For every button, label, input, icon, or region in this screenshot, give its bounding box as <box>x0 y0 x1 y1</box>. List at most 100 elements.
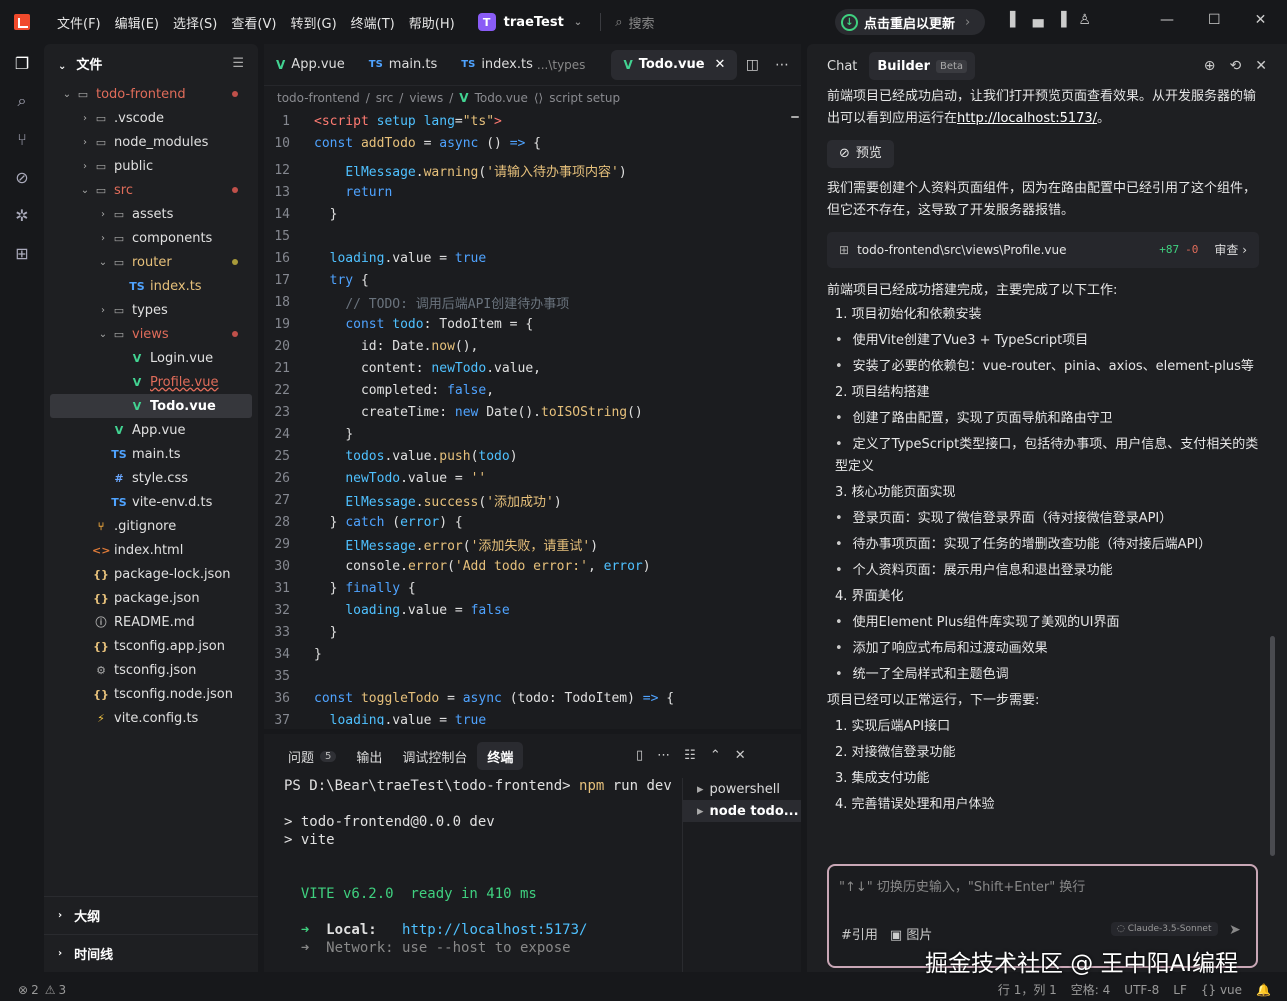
close-window-icon[interactable]: ✕ <box>1255 12 1267 28</box>
editor-tab[interactable]: TS index.ts ...\types <box>449 50 597 80</box>
timeline-section[interactable]: › 时间线 <box>44 934 258 972</box>
menu-item[interactable]: 转到(G) <box>283 13 343 32</box>
tree-item[interactable]: › ▭ .vscode <box>44 106 258 130</box>
tree-item[interactable]: › ▭ assets <box>44 202 258 226</box>
tree-item[interactable]: {} package-lock.json <box>44 562 258 586</box>
close-tab-icon[interactable]: ✕ <box>715 57 726 72</box>
minimize-icon[interactable]: — <box>1160 12 1174 28</box>
source-control-icon[interactable]: ⑂ <box>0 120 44 158</box>
warning-icon[interactable]: ⚠ <box>45 983 56 997</box>
explorer-icon[interactable]: ❐ <box>0 44 44 82</box>
reference-button[interactable]: #引用 <box>841 924 878 943</box>
review-button[interactable]: 审查 › <box>1214 239 1247 261</box>
language-mode[interactable]: {} vue <box>1201 983 1242 997</box>
tree-item[interactable]: ⌄ ▭ router <box>44 250 258 274</box>
breadcrumb-item[interactable]: src <box>376 91 394 105</box>
project-switcher[interactable]: T traeTest ⌄ <box>477 13 582 31</box>
terminal-instance[interactable]: ▸ node todo... <box>683 800 801 822</box>
menu-item[interactable]: 选择(S) <box>166 13 224 32</box>
tree-item[interactable]: › ▭ types <box>44 298 258 322</box>
breadcrumb-item[interactable]: script setup <box>549 91 620 105</box>
tree-item[interactable]: ⌄ ▭ todo-frontend <box>44 82 258 106</box>
settings-icon[interactable]: ☷ <box>684 748 696 763</box>
remote-icon[interactable]: ⊘ <box>0 158 44 196</box>
send-icon[interactable]: ➤ <box>1229 922 1241 938</box>
tree-item[interactable]: › ▭ node_modules <box>44 130 258 154</box>
tree-item[interactable]: ⌄ ▭ src <box>44 178 258 202</box>
chevron-down-icon[interactable]: ⌄ <box>58 61 66 72</box>
panel-tab[interactable]: 输出 <box>346 742 392 770</box>
debug-icon[interactable]: ✲ <box>0 196 44 234</box>
tree-item[interactable]: ⚡ vite.config.ts <box>44 706 258 730</box>
editor-tab[interactable]: V Todo.vue ✕ <box>611 49 738 80</box>
menu-item[interactable]: 终端(T) <box>344 13 402 32</box>
tree-item[interactable]: V Login.vue <box>44 346 258 370</box>
breadcrumb-item[interactable]: todo-frontend <box>277 91 360 105</box>
tree-item[interactable]: TS main.ts <box>44 442 258 466</box>
panel-tab[interactable]: 问题 5 <box>278 742 346 770</box>
file-change-card[interactable]: ⊞ todo-frontend\src\views\Profile.vue +8… <box>827 232 1259 268</box>
code-area[interactable]: 1 <script setup lang="ts"> 10 const addTodo… <box>264 110 801 726</box>
editor-tab[interactable]: TS main.ts <box>357 50 450 80</box>
tree-item[interactable]: TS vite-env.d.ts <box>44 490 258 514</box>
cursor-position[interactable]: 行 1，列 1 <box>998 981 1057 998</box>
tree-item[interactable]: › ▭ public <box>44 154 258 178</box>
menu-item[interactable]: 文件(F) <box>50 13 108 32</box>
line-ending[interactable]: LF <box>1173 983 1187 997</box>
editor-tab[interactable]: V App.vue <box>264 50 357 80</box>
search-files-icon[interactable]: ⌕ <box>0 82 44 120</box>
account-icon[interactable]: ♙ <box>1078 12 1091 28</box>
preview-button[interactable]: ⊘ 预览 <box>827 140 894 168</box>
history-icon[interactable]: ⟲ <box>1230 58 1242 74</box>
notifications-icon[interactable]: 🔔 <box>1256 983 1271 997</box>
model-selector[interactable]: ◌ Claude-3.5-Sonnet <box>1111 922 1218 936</box>
close-panel-icon[interactable]: ✕ <box>735 748 746 763</box>
toggle-panel-icon[interactable]: ▄ <box>1033 12 1044 28</box>
terminal-instance[interactable]: ▸ powershell <box>683 778 801 800</box>
breadcrumb-item[interactable]: Todo.vue <box>475 91 528 105</box>
breadcrumb-item[interactable]: views <box>409 91 443 105</box>
tree-item[interactable]: TS index.ts <box>44 274 258 298</box>
tree-item[interactable]: {} tsconfig.app.json <box>44 634 258 658</box>
split-editor-icon[interactable]: ◫ <box>746 57 759 73</box>
outline-section[interactable]: › 大纲 <box>44 896 258 934</box>
image-button[interactable]: ▣ 图片 <box>890 924 932 943</box>
localhost-link[interactable]: http://localhost:5173/ <box>957 111 1097 126</box>
tree-item[interactable]: ⚙ tsconfig.json <box>44 658 258 682</box>
tree-item[interactable]: V Todo.vue <box>50 394 252 418</box>
menu-item[interactable]: 查看(V) <box>224 13 283 32</box>
toggle-chat-icon[interactable]: ▐ <box>1056 12 1067 28</box>
menu-item[interactable]: 编辑(E) <box>108 13 166 32</box>
maximize-panel-icon[interactable]: ⌃ <box>710 748 721 763</box>
toggle-sidebar-icon[interactable]: ▌ <box>1010 12 1021 28</box>
encoding[interactable]: UTF-8 <box>1124 983 1159 997</box>
close-chat-icon[interactable]: ✕ <box>1255 58 1267 74</box>
split-terminal-icon[interactable]: ▯ <box>636 748 643 763</box>
more-icon[interactable]: ⋯ <box>657 748 670 763</box>
new-chat-icon[interactable]: ⊕ <box>1204 58 1216 74</box>
tree-item[interactable]: V Profile.vue <box>44 370 258 394</box>
chat-scrollbar[interactable] <box>1270 636 1275 856</box>
tree-item[interactable]: # style.css <box>44 466 258 490</box>
more-actions-icon[interactable]: ⋯ <box>775 57 789 73</box>
tree-item[interactable]: › ▭ components <box>44 226 258 250</box>
tree-item[interactable]: V App.vue <box>44 418 258 442</box>
collapse-all-icon[interactable]: ☰ <box>232 56 244 71</box>
panel-tab[interactable]: 调试控制台 <box>392 742 477 770</box>
extensions-icon[interactable]: ⊞ <box>0 234 44 272</box>
terminal-output[interactable]: PS D:\Bear\traeTest\todo-frontend> npm r… <box>284 778 672 958</box>
panel-tab[interactable]: 终端 <box>477 742 524 770</box>
restart-update-button[interactable]: ↓ 点击重启以更新 › <box>835 9 985 35</box>
maximize-icon[interactable]: ☐ <box>1208 12 1221 28</box>
search-box[interactable]: ⌕ 搜索 <box>615 13 654 32</box>
tree-item[interactable]: ⑂ .gitignore <box>44 514 258 538</box>
tree-item[interactable]: {} tsconfig.node.json <box>44 682 258 706</box>
tree-item[interactable]: ⓘ README.md <box>44 610 258 634</box>
tree-item[interactable]: <> index.html <box>44 538 258 562</box>
menu-item[interactable]: 帮助(H) <box>402 13 462 32</box>
tab-builder[interactable]: Builder Beta <box>869 52 976 80</box>
tree-item[interactable]: {} package.json <box>44 586 258 610</box>
tab-chat[interactable]: Chat <box>819 52 865 80</box>
indent-setting[interactable]: 空格: 4 <box>1071 981 1111 998</box>
scrollbar[interactable] <box>791 116 799 118</box>
